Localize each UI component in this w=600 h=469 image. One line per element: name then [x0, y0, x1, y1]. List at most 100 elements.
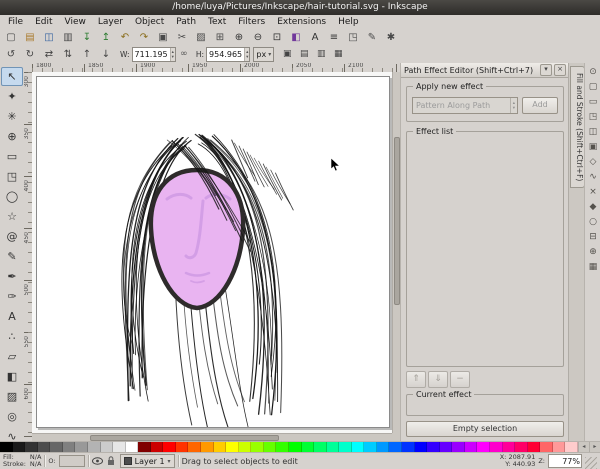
- snap-page-border-toggle[interactable]: ▦: [586, 260, 600, 275]
- paste-button[interactable]: ▨: [192, 29, 210, 46]
- fill-and-stroke-dialog-button[interactable]: ◧: [287, 29, 305, 46]
- tool-rectangle[interactable]: ▭: [1, 147, 23, 166]
- tool-paint-bucket[interactable]: ◧: [1, 367, 23, 386]
- duplicate-button[interactable]: ⊞: [211, 29, 229, 46]
- menu-object[interactable]: Object: [129, 16, 170, 29]
- flip-horizontal-button[interactable]: ⇄: [40, 46, 58, 63]
- text-and-font-dialog-button[interactable]: A: [306, 29, 324, 46]
- zoom-out-button[interactable]: ⊖: [249, 29, 267, 46]
- menu-file[interactable]: File: [2, 16, 29, 29]
- menu-path[interactable]: Path: [170, 16, 202, 29]
- snap-bbox-midpoints-toggle[interactable]: ◫: [586, 125, 600, 140]
- tool-star[interactable]: ☆: [1, 207, 23, 226]
- import-bitmap-button[interactable]: ↧: [78, 29, 96, 46]
- remove-effect-button[interactable]: −: [450, 371, 470, 388]
- tool-spiral[interactable]: @: [1, 227, 23, 246]
- undo-button[interactable]: ↶: [116, 29, 134, 46]
- layer-selector[interactable]: Layer 1 ▾: [120, 454, 175, 468]
- tool-gradient[interactable]: ▨: [1, 387, 23, 406]
- snap-smooth-nodes-toggle[interactable]: ○: [586, 215, 600, 230]
- opacity-input[interactable]: [59, 455, 85, 467]
- affect-patterns-toggle[interactable]: ▦: [330, 46, 346, 63]
- print-document-button[interactable]: ▥: [59, 29, 77, 46]
- effect-type-value: Pattern Along Path: [416, 101, 490, 110]
- tool-ellipse[interactable]: ◯: [1, 187, 23, 206]
- menu-help[interactable]: Help: [332, 16, 365, 29]
- zoom-input[interactable]: 77%: [548, 454, 582, 468]
- affect-gradients-toggle[interactable]: ▥: [313, 46, 329, 63]
- snap-bbox-toggle[interactable]: ▢: [586, 80, 600, 95]
- spinner-arrows-icon[interactable]: ▴▾: [170, 48, 175, 61]
- export-bitmap-button[interactable]: ↥: [97, 29, 115, 46]
- add-effect-button[interactable]: Add: [522, 97, 558, 114]
- snap-paths-toggle[interactable]: ∿: [586, 170, 600, 185]
- tool-pencil[interactable]: ✎: [1, 247, 23, 266]
- snap-midpoints-toggle[interactable]: ⊟: [586, 230, 600, 245]
- unit-selector[interactable]: px ▾: [253, 47, 274, 62]
- tool-text[interactable]: A: [1, 307, 23, 326]
- lock-ratio-icon[interactable]: ∞: [177, 46, 191, 63]
- snap-intersections-toggle[interactable]: ×: [586, 185, 600, 200]
- tool-selector[interactable]: ↖: [1, 67, 23, 86]
- cut-button[interactable]: ✂: [173, 29, 191, 46]
- menu-edit[interactable]: Edit: [29, 16, 58, 29]
- menu-text[interactable]: Text: [202, 16, 232, 29]
- menu-filters[interactable]: Filters: [232, 16, 271, 29]
- dock-title: Path Effect Editor (Shift+Ctrl+7): [404, 66, 538, 75]
- width-input[interactable]: 711.195 ▴▾: [132, 47, 176, 62]
- tool-tweak[interactable]: ✳: [1, 107, 23, 126]
- lower-to-bottom-button[interactable]: ↓: [97, 46, 115, 63]
- rotate-90-ccw-button[interactable]: ↺: [2, 46, 20, 63]
- tool-node-editor[interactable]: ✦: [1, 87, 23, 106]
- raise-to-top-button[interactable]: ↑: [78, 46, 96, 63]
- zoom-page-button[interactable]: ⊡: [268, 29, 286, 46]
- preferences-button[interactable]: ✱: [382, 29, 400, 46]
- align-and-distribute-dialog-button[interactable]: ≡: [325, 29, 343, 46]
- rotate-90-cw-button[interactable]: ↻: [21, 46, 39, 63]
- dock-close-button[interactable]: ×: [554, 64, 566, 76]
- snap-object-centers-toggle[interactable]: ⊕: [586, 245, 600, 260]
- affect-stroke-width-toggle[interactable]: ▣: [279, 46, 295, 63]
- dock-shade-button[interactable]: ▾: [540, 64, 552, 76]
- snap-cusp-nodes-toggle[interactable]: ◆: [586, 200, 600, 215]
- resize-grip[interactable]: [585, 457, 597, 469]
- document-properties-button[interactable]: ◳: [344, 29, 362, 46]
- snap-enable-toggle[interactable]: ⊙: [586, 65, 600, 80]
- snap-bbox-edges-toggle[interactable]: ▭: [586, 95, 600, 110]
- move-effect-up-button[interactable]: ⇑: [406, 371, 426, 388]
- copy-button[interactable]: ▣: [154, 29, 172, 46]
- zoom-in-button[interactable]: ⊕: [230, 29, 248, 46]
- new-document-button[interactable]: ▢: [2, 29, 20, 46]
- tool-3d-box[interactable]: ◳: [1, 167, 23, 186]
- dock-header[interactable]: Path Effect Editor (Shift+Ctrl+7) ▾ ×: [401, 63, 569, 78]
- snap-bbox-centers-toggle[interactable]: ▣: [586, 140, 600, 155]
- open-document-button[interactable]: ▤: [21, 29, 39, 46]
- xml-editor-button[interactable]: ✎: [363, 29, 381, 46]
- snap-bbox-corners-toggle[interactable]: ◳: [586, 110, 600, 125]
- menu-extensions[interactable]: Extensions: [271, 16, 332, 29]
- layer-visibility-icon[interactable]: [92, 456, 103, 466]
- tool-zoom[interactable]: ⊕: [1, 127, 23, 146]
- tool-dropper[interactable]: ◎: [1, 407, 23, 426]
- menu-layer[interactable]: Layer: [92, 16, 129, 29]
- save-document-button[interactable]: ◫: [40, 29, 58, 46]
- height-input[interactable]: 954.965 ▴▾: [206, 47, 250, 62]
- snap-nodes-toggle[interactable]: ◇: [586, 155, 600, 170]
- tab-fill-and-stroke[interactable]: Fill and Stroke (Shift+Ctrl+F): [570, 66, 585, 188]
- effect-type-combo[interactable]: Pattern Along Path ▴▾: [412, 97, 518, 114]
- layer-lock-icon[interactable]: [106, 456, 117, 466]
- drawing-page[interactable]: [36, 76, 390, 428]
- tool-calligraphy[interactable]: ✑: [1, 287, 23, 306]
- canvas[interactable]: [32, 72, 392, 433]
- window-titlebar[interactable]: /home/luya/Pictures/Inkscape/hair-tutori…: [0, 0, 600, 15]
- tool-spray[interactable]: ∴: [1, 327, 23, 346]
- move-effect-down-button[interactable]: ⇓: [428, 371, 448, 388]
- affect-corners-toggle[interactable]: ▤: [296, 46, 312, 63]
- tool-eraser[interactable]: ▱: [1, 347, 23, 366]
- tool-bezier-pen[interactable]: ✒: [1, 267, 23, 286]
- redo-button[interactable]: ↷: [135, 29, 153, 46]
- fill-stroke-indicator[interactable]: Fill: N/A Stroke: N/A: [3, 454, 41, 468]
- menu-view[interactable]: View: [59, 16, 92, 29]
- spinner-arrows-icon[interactable]: ▴▾: [244, 48, 249, 61]
- flip-vertical-button[interactable]: ⇅: [59, 46, 77, 63]
